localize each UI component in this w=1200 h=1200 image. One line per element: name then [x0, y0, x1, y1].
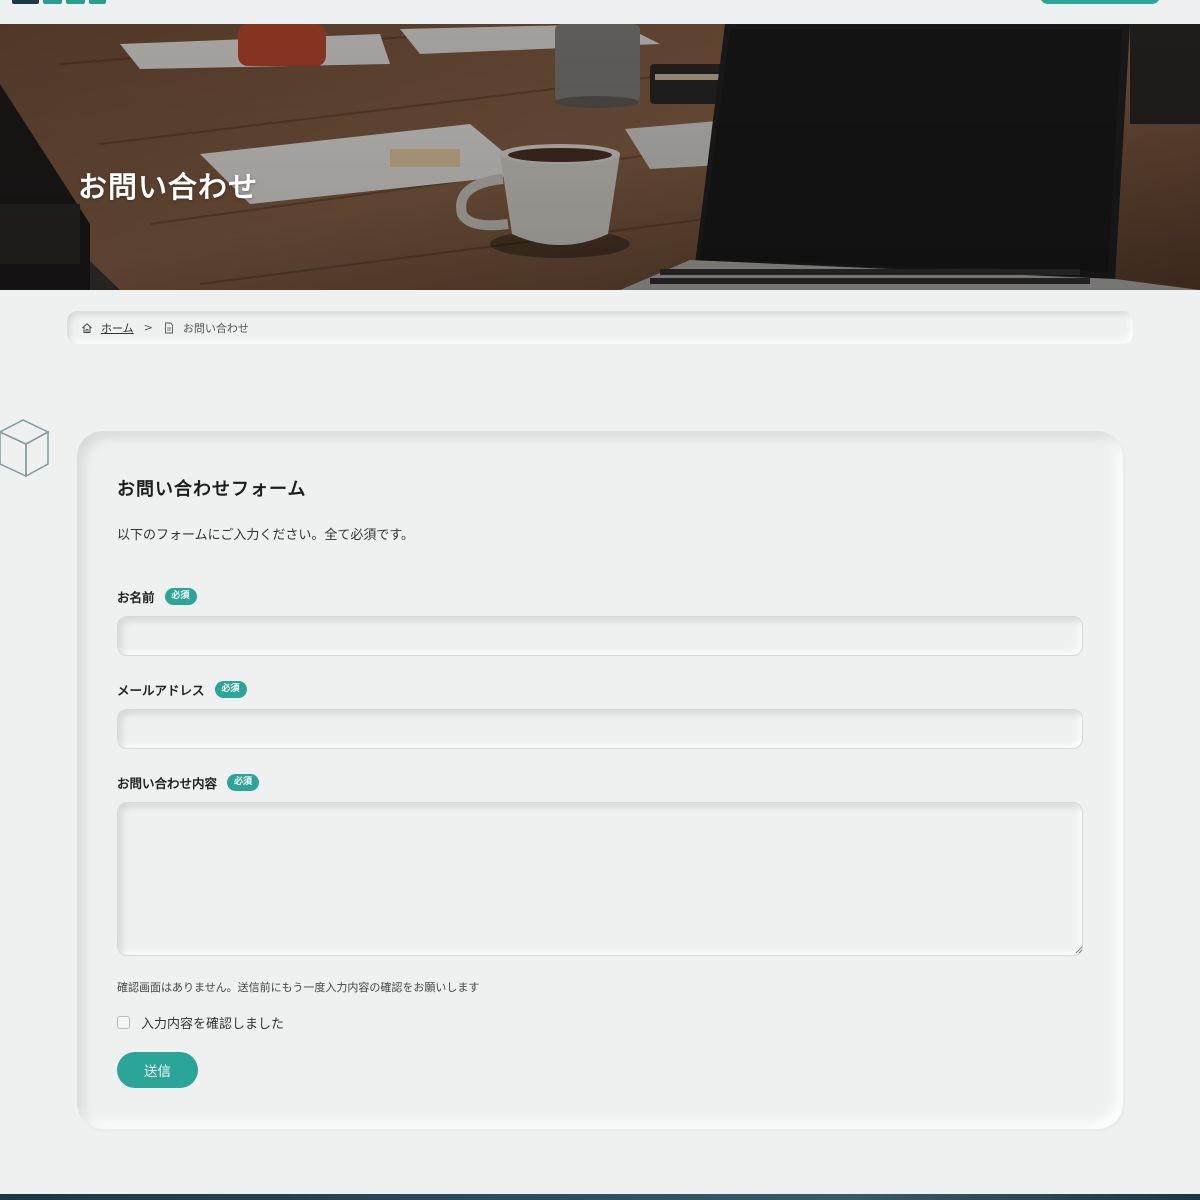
submit-button[interactable]: 送信 [117, 1052, 198, 1088]
cube-icon [0, 416, 52, 484]
page-title: お問い合わせ [78, 170, 259, 204]
breadcrumb-separator: > [143, 321, 153, 334]
email-input[interactable] [117, 709, 1083, 749]
required-badge: 必須 [214, 681, 247, 698]
required-badge: 必須 [227, 774, 260, 791]
contact-form-card: お問い合わせフォーム 以下のフォームにご入力ください。全て必須です。 お名前 必… [77, 431, 1123, 1129]
confirm-checkbox-label: 入力内容を確認しました [141, 1017, 285, 1032]
confirmation-note: 確認画面はありません。送信前にもう一度入力内容の確認をお願いします [117, 981, 480, 994]
confirm-checkbox[interactable] [117, 1016, 130, 1029]
required-badge: 必須 [164, 588, 197, 605]
form-title: お問い合わせフォーム [117, 479, 307, 500]
page-icon [163, 322, 175, 334]
resize-handle-icon[interactable] [1075, 946, 1083, 954]
name-input[interactable] [117, 616, 1083, 656]
breadcrumb-current: お問い合わせ [182, 321, 249, 335]
site-logo[interactable] [12, 0, 106, 6]
message-label-text: お問い合わせ内容 [117, 776, 218, 791]
site-header [0, 0, 1200, 24]
breadcrumb: ホーム > お問い合わせ [67, 311, 1133, 344]
confirm-checkbox-row[interactable]: 入力内容を確認しました [117, 1013, 284, 1032]
message-textarea[interactable] [117, 802, 1083, 956]
site-footer [0, 1194, 1200, 1200]
hero-banner: お問い合わせ [0, 24, 1200, 290]
name-field-label: お名前 必須 [117, 587, 197, 606]
header-cta-button[interactable] [1040, 0, 1160, 4]
name-label-text: お名前 [117, 590, 155, 605]
message-field-label: お問い合わせ内容 必須 [117, 773, 260, 792]
home-icon [81, 322, 93, 334]
form-description: 以下のフォームにご入力ください。全て必須です。 [117, 528, 415, 543]
breadcrumb-home-link[interactable]: ホーム [101, 320, 134, 336]
email-label-text: メールアドレス [117, 683, 205, 698]
email-field-label: メールアドレス 必須 [117, 680, 247, 699]
hero-background-image [0, 24, 1200, 290]
